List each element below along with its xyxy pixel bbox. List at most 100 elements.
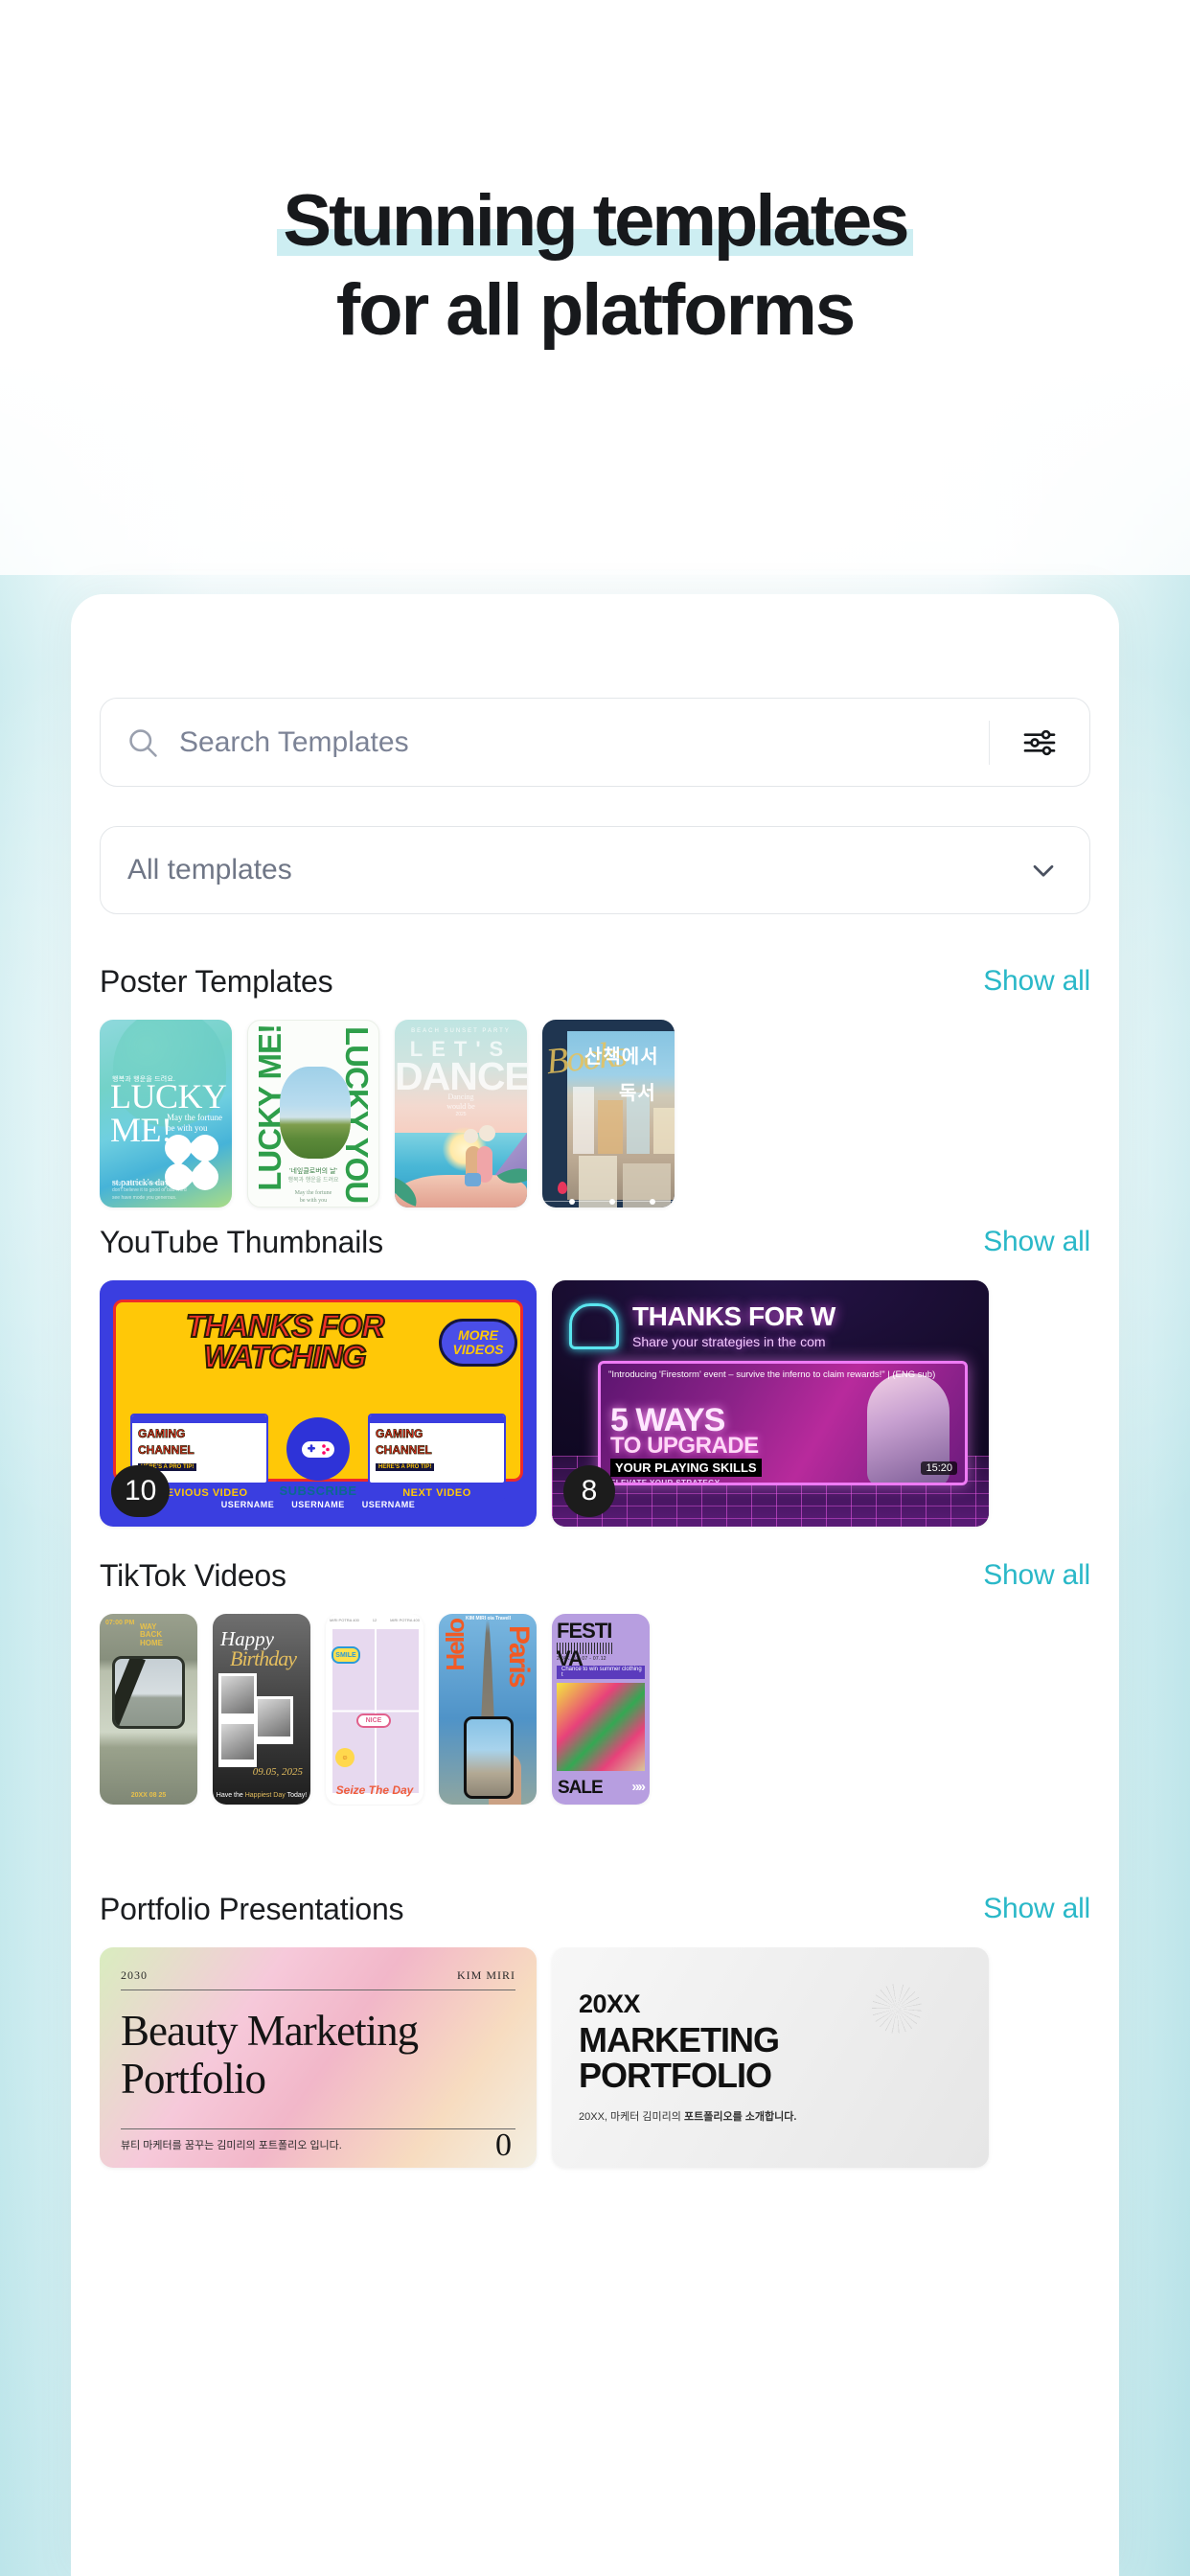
progress-dot: [609, 1198, 615, 1205]
template-card-lucky-you[interactable]: LUCKY ME! LUCKY YOU '네잎클로버의 날' 행복과 행운을 드…: [247, 1020, 379, 1208]
template-card-hello-paris[interactable]: KIM MIRI oia Travell Hello Paris: [439, 1614, 537, 1805]
pane-tag: HERE'S A PRO TIP!: [376, 1463, 435, 1471]
portfolio-year: 2030: [121, 1968, 148, 1982]
section-title: Poster Templates: [100, 963, 333, 999]
divider: [121, 2128, 515, 2129]
phone-mockup: [464, 1716, 514, 1799]
template-browser-panel: All templates Poster Templates Show all …: [71, 594, 1119, 2576]
pane-title-2: CHANNEL: [138, 1443, 195, 1457]
paris-text: Paris: [503, 1625, 535, 1687]
headline-line-1: Stunning templates: [0, 182, 1190, 260]
film-brand-right: MIRI POTRA 400: [390, 1618, 420, 1622]
show-all-youtube-link[interactable]: Show all: [983, 1226, 1090, 1258]
sunburst-graphic: [872, 1984, 922, 2034]
polaroid-photo: [255, 1696, 293, 1744]
video-time: 07:00 PM: [105, 1620, 135, 1626]
clover-icon: [157, 1129, 226, 1204]
neon-ghost-icon: [569, 1303, 619, 1349]
smiley-sticker: ☺: [335, 1748, 355, 1767]
thumbnail-headline: THANKS FOR W: [632, 1301, 835, 1331]
bubble-line-1: MORE: [458, 1327, 498, 1344]
template-card-thanks-for-watching-neon[interactable]: THANKS FOR W Share your strategies in th…: [552, 1280, 989, 1527]
train-window: [112, 1656, 185, 1729]
section-header-youtube: YouTube Thumbnails Show all: [100, 1219, 1090, 1265]
video-title: WAY BACK HOME: [140, 1622, 163, 1647]
template-card-lucky-me[interactable]: 행복과 행운을 드려요. LUCKY ME! May the fortune be …: [100, 1020, 232, 1208]
festival-date: 20XX. 07. 07 - 07.12: [557, 1656, 606, 1662]
section-title: YouTube Thumbnails: [100, 1224, 383, 1259]
window-bar: [115, 1659, 146, 1726]
thumbnail-headline: THANKS FOR WATCHING: [185, 1308, 385, 1374]
template-card-festival-sale[interactable]: FESTI VA 20XX. 07. 07 - 07.12 Chance to …: [552, 1614, 650, 1805]
arrows-icon: »»: [631, 1779, 646, 1795]
search-input[interactable]: [179, 699, 989, 786]
social-username: USERNAME: [220, 1499, 275, 1509]
summer-clothing-photo: [557, 1683, 645, 1771]
headline-highlight: Stunning templates: [277, 180, 913, 262]
pane-titlebar: [132, 1415, 266, 1423]
section-header-tiktok: TikTok Videos Show all: [100, 1552, 1090, 1598]
section-header-portfolio: Portfolio Presentations Show all: [100, 1886, 1090, 1932]
poster-korean-sub: 행복과 행운을 드려요: [287, 1178, 339, 1184]
template-card-seize-the-day[interactable]: MIRI POTRA 400 12 MIRI POTRA 400 SMILE N…: [326, 1614, 423, 1805]
dropdown-selected-label: All templates: [127, 854, 292, 886]
bubble-line-2: VIDEOS: [452, 1342, 504, 1357]
show-all-tiktok-link[interactable]: Show all: [983, 1559, 1090, 1592]
video-date: 20XX 08 25: [130, 1792, 167, 1799]
template-card-way-back-home[interactable]: 07:00 PM WAY BACK HOME 20XX 08 25: [100, 1614, 197, 1805]
poster-korean-2: 독서: [619, 1083, 656, 1104]
gamepad-icon: [286, 1417, 350, 1481]
progress-dot: [650, 1198, 655, 1205]
location-pin-icon: [558, 1182, 567, 1194]
video-kicker: KIM MIRI oia Travell: [466, 1616, 511, 1622]
section-header-posters: Poster Templates Show all: [100, 958, 1090, 1004]
poster-strip[interactable]: 행복과 행운을 드려요. LUCKY ME! May the fortune be …: [100, 1020, 1119, 1211]
sliders-filter-icon[interactable]: [1018, 722, 1061, 764]
poster-kicker: BEACH SUNSET PARTY: [411, 1028, 511, 1034]
portfolio-title: MARKETING PORTFOLIO: [579, 2020, 780, 2096]
inner-video-frame: "Introducing 'Firestorm' event – survive…: [598, 1361, 968, 1485]
portfolio-meta: 2030 KIM MIRI: [121, 1968, 515, 1983]
big-line-2: TO UPGRADE: [610, 1433, 759, 1459]
more-videos-bubble: MORE VIDEOS: [439, 1319, 517, 1367]
tagline: ELEVATE YOUR STRATEGY: [610, 1479, 721, 1485]
search-bar[interactable]: [100, 698, 1090, 787]
youtube-strip[interactable]: THANKS FOR WATCHING MORE VIDEOS GAMING CH…: [100, 1280, 1119, 1530]
progress-dot: [569, 1198, 575, 1205]
portfolio-korean: 20XX, 마케터 김미리의 포트폴리오를 소개합니다.: [579, 2111, 797, 2123]
pane-titlebar: [370, 1415, 504, 1423]
template-card-marketing-portfolio-mono[interactable]: 20XX MARKETING PORTFOLIO 20XX, 마케터 김미리의 포…: [552, 1947, 989, 2168]
template-category-dropdown[interactable]: All templates: [100, 826, 1090, 914]
portfolio-strip[interactable]: 2030 KIM MIRI Beauty Marketing Portfolio …: [100, 1947, 1119, 2177]
template-card-korean-city[interactable]: Books 산책에서 독서: [542, 1020, 675, 1208]
birthday-date: 09.05, 2025: [252, 1765, 303, 1778]
nice-sticker: NICE: [356, 1714, 391, 1728]
pane-title-1: GAMING: [138, 1427, 186, 1440]
pane-title-1: GAMING: [376, 1427, 423, 1440]
search-divider: [988, 720, 990, 765]
section-title: Portfolio Presentations: [100, 1891, 404, 1926]
festival-banner: Chance to win summer clothing t: [557, 1666, 645, 1679]
pane-title-2: CHANNEL: [376, 1443, 432, 1457]
chevron-down-icon: [1026, 853, 1061, 887]
show-all-posters-link[interactable]: Show all: [983, 965, 1090, 998]
template-card-beauty-marketing-portfolio[interactable]: 2030 KIM MIRI Beauty Marketing Portfolio …: [100, 1947, 537, 2168]
headline-line-2: for all platforms: [335, 269, 856, 352]
video-caption: "Introducing 'Firestorm' event – survive…: [608, 1369, 936, 1380]
portfolio-title: Beauty Marketing Portfolio: [121, 2007, 419, 2104]
polaroid-photo: [218, 1673, 257, 1721]
search-icon: [126, 725, 160, 760]
template-card-happy-birthday[interactable]: Happy Birthday 09.05, 2025 Have the Happ…: [213, 1614, 310, 1805]
template-count-badge: 10: [111, 1465, 171, 1517]
social-username: USERNAME: [291, 1499, 345, 1509]
show-all-portfolio-link[interactable]: Show all: [983, 1893, 1090, 1925]
portfolio-author: KIM MIRI: [457, 1968, 515, 1982]
hero-headline: Stunning templates for all platforms: [0, 182, 1190, 350]
right-video-pane: GAMING CHANNEL HERE'S A PRO TIP!: [368, 1414, 506, 1484]
video-timestamp: 15:20: [921, 1461, 957, 1475]
thumbnail-subhead: Share your strategies in the com: [632, 1334, 826, 1349]
template-card-thanks-for-watching-yellow[interactable]: THANKS FOR WATCHING MORE VIDEOS GAMING CH…: [100, 1280, 537, 1527]
template-card-lets-dance[interactable]: BEACH SUNSET PARTY LET'S DANCE Dancing wo…: [395, 1020, 527, 1208]
tiktok-strip[interactable]: 07:00 PM WAY BACK HOME 20XX 08 25 Happy Bi…: [100, 1614, 1119, 1806]
sale-text: SALE: [558, 1778, 604, 1798]
